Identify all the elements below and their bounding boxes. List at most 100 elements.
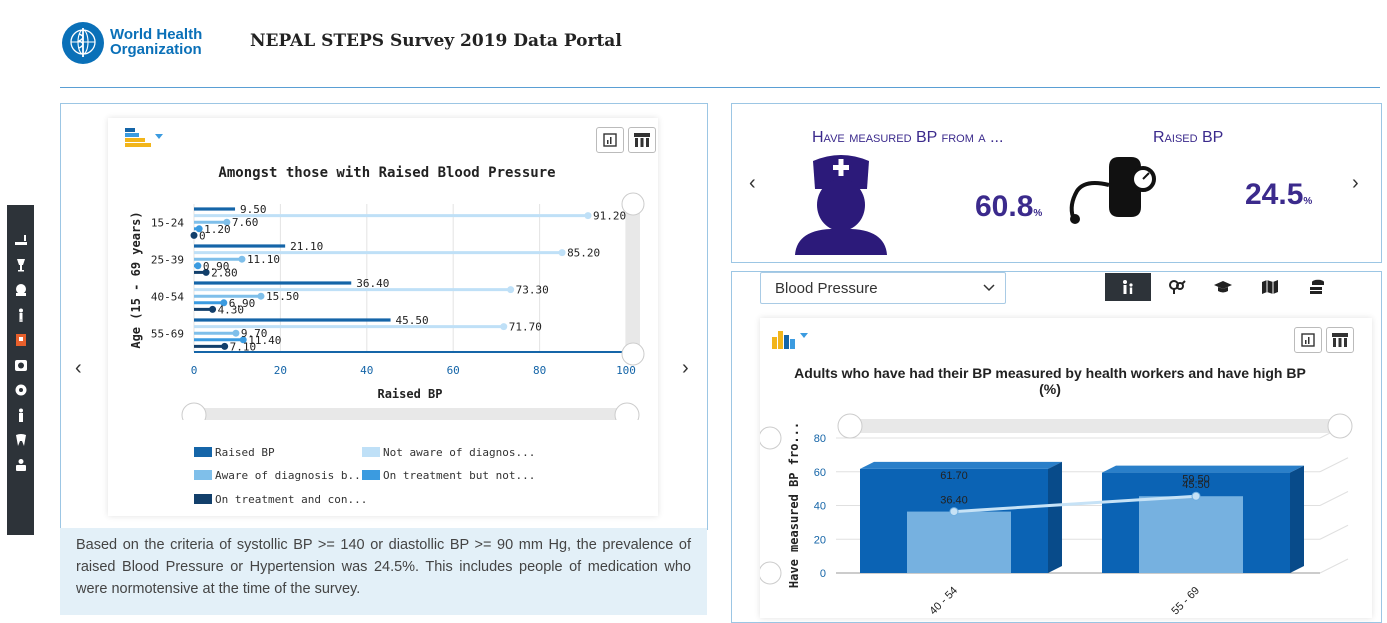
line-data-label: 45.50 [1182,479,1210,491]
region-icon [1262,280,1278,294]
range-handle-right[interactable] [614,402,640,420]
glucose-icon[interactable] [7,380,34,400]
data-label: 45.50 [396,314,429,327]
line-point [949,507,959,517]
column-top-40 - 54 [860,461,1062,469]
y-category-label: 15-24 [151,217,184,230]
x-tick-label: 60 [447,364,460,377]
kpi-1-value: 60.8% [975,190,1042,224]
legend-raised-bp[interactable]: Raised BP [215,446,275,459]
kpi-1-number: 60.8 [975,190,1034,223]
bp-monitor-icon [1065,155,1161,232]
age-group-icon [1123,280,1133,294]
logo-line-1: World Health [110,26,203,43]
table-view-button[interactable] [628,127,656,153]
who-logo [62,22,104,64]
data-label: 1.20 [204,223,231,236]
grid-line-3d [1319,524,1349,540]
data-label: 2.80 [211,266,238,279]
data-label: 91.20 [593,210,626,223]
left-vertical-scrollbar[interactable] [626,200,640,350]
lollipop-dot-40-54 [257,292,265,300]
kpi-2-number: 24.5 [1245,178,1304,211]
y-tick-label: 80 [814,433,826,445]
data-label: 0 [199,229,206,242]
wealth-filter-button[interactable] [1305,277,1329,297]
column-side-40 - 54 [1048,461,1062,573]
line-data-label: 36.40 [940,495,968,507]
chart-type-dropdown[interactable] [125,126,165,150]
indicator-select[interactable]: Blood Pressure [760,272,1006,304]
left-y-axis-title: Age (15 - 69 years) [129,211,143,348]
legend-on-treatment-not[interactable]: On treatment but not... [383,469,535,482]
logo-line-2: Organization [110,41,202,58]
range-handle-left[interactable] [181,402,207,420]
data-label: 4.30 [218,303,245,316]
bmi-icon[interactable] [7,330,34,350]
chart-view-button[interactable] [596,127,624,153]
gender-icon [1169,280,1186,294]
x-tick-label: 80 [533,364,546,377]
kpi-next-arrow[interactable]: › [1352,172,1359,195]
left-range-slider[interactable] [188,408,633,420]
right-range-slider[interactable] [842,419,1348,433]
data-label: 9.50 [240,203,266,216]
bar-55-69 [194,318,391,322]
scroll-handle-top[interactable] [621,192,645,216]
y-tick-label: 40 [814,501,826,513]
scroll-handle-bottom[interactable] [621,342,645,366]
lollipop-dot-55-69 [500,323,508,331]
indicator-select-value: Blood Pressure [775,280,878,297]
age-group-filter-button[interactable] [1105,273,1151,301]
lollipop-dot-25-39 [238,255,246,263]
physical-activity-icon[interactable] [7,305,34,325]
education-icon [1214,281,1232,293]
grid-line-3d [1319,558,1349,574]
column-side-55 - 69 [1290,465,1304,573]
legend-aware[interactable]: Aware of diagnosis b... [215,469,367,482]
blood-pressure-icon[interactable] [7,355,34,375]
y-tick-label: 0 [820,568,826,580]
alcohol-icon[interactable] [7,255,34,275]
inner-column-55 - 69 [1139,496,1243,573]
x-tick-label: 40 [360,364,373,377]
lollipop-dot-15-24 [584,212,592,220]
table-view-icon [1332,333,1348,347]
gender-filter-button[interactable] [1165,277,1189,297]
right-range-handle-left[interactable] [837,413,863,439]
column-data-label: 61.70 [940,470,968,482]
legend-not-aware[interactable]: Not aware of diagnos... [383,446,535,459]
right-table-view-button[interactable] [1326,327,1354,353]
x-tick-label: 20 [274,364,287,377]
legend-swatch-raised-bp [194,447,212,457]
right-chart-view-button[interactable] [1294,327,1322,353]
left-chart-title: Amongst those with Raised Blood Pressure [218,165,556,181]
right-y-axis-title: Have measured BP fro... [787,422,801,588]
indicator-sidebar [7,205,34,535]
data-label: 71.70 [509,321,542,334]
education-filter-button[interactable] [1211,277,1235,297]
oral-health-icon[interactable] [7,430,34,450]
lollipop-dot-55-69 [221,342,229,350]
bar-15-24 [194,207,236,211]
right-scroll-handle-bottom[interactable] [760,561,782,585]
lollipop-dot-40-54 [507,286,515,294]
right-scroll-handle-top[interactable] [760,426,782,450]
region-filter-button[interactable] [1258,277,1282,297]
chevron-down-icon [983,284,995,292]
left-chart-prev-arrow[interactable]: ‹ [75,357,82,380]
right-range-handle-right[interactable] [1327,413,1353,439]
right-chart-type-dropdown[interactable] [772,327,812,351]
x-category-label: 40 - 54 [927,585,960,615]
left-chart-next-arrow[interactable]: › [682,357,689,380]
cholesterol-icon[interactable] [7,405,34,425]
who-logo-text: World Health Organization [110,27,202,57]
kpi-prev-arrow[interactable]: ‹ [749,172,756,195]
cvd-risk-icon[interactable] [7,455,34,475]
legend-on-treatment-controlled[interactable]: On treatment and con... [215,493,367,506]
right-chart-title: Adults who have had their BP measured by… [794,365,1306,397]
legend-swatch-on-treatment-controlled [194,494,212,504]
tobacco-icon[interactable] [7,230,34,250]
table-view-icon [634,133,650,147]
diet-icon[interactable] [7,280,34,300]
